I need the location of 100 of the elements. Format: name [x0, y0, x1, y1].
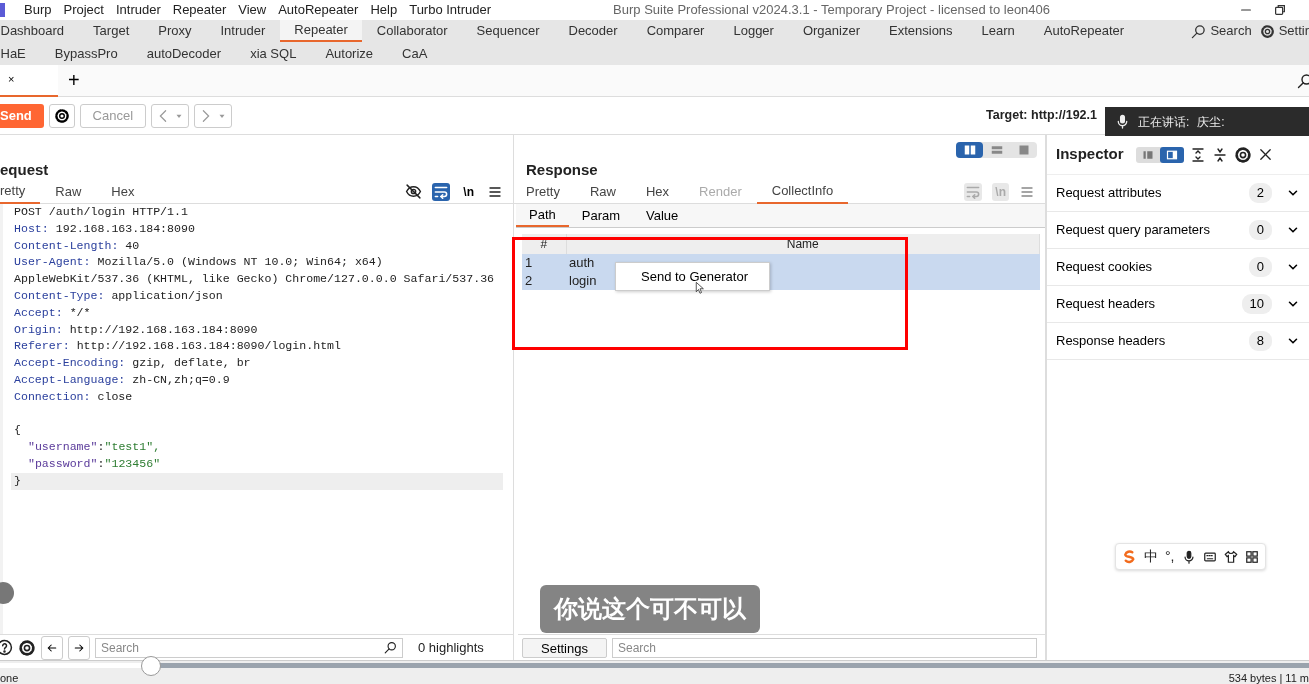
back-button[interactable] [41, 635, 63, 660]
settings-icon[interactable] [1233, 145, 1252, 164]
code-line: "username":"test1", [26, 440, 161, 454]
code-line: AppleWebKit/537.36 (KHTML, like Gecko) Chrome/127.0.0.0 Safari/537.36 [14, 272, 495, 286]
count-badge: 2 [1248, 183, 1272, 203]
menu-item[interactable]: AutoRepeater [272, 0, 365, 20]
menu-item[interactable]: Send to Generator [616, 263, 769, 290]
sub-tab[interactable]: Path [516, 204, 569, 227]
shirt-icon[interactable] [1223, 549, 1238, 564]
nav-tab[interactable]: HaE [0, 42, 41, 65]
menu-item[interactable]: Repeater [166, 0, 233, 20]
menu-item[interactable]: Burp [18, 0, 58, 20]
nav-tab[interactable]: Decoder [554, 20, 633, 42]
nav-tab[interactable]: Dashboard [0, 20, 79, 42]
restore-icon[interactable] [1273, 3, 1287, 17]
nav-tab[interactable]: Learn [967, 20, 1030, 42]
editor-tab[interactable]: Raw [574, 179, 631, 204]
settings-icon[interactable] [18, 638, 36, 657]
code-line: User-Agent: Mozilla/5.0 (Windows NT 10.0; Win64; x64) [14, 255, 383, 269]
nav-tab[interactable]: Comparer [632, 20, 719, 42]
view-toggle[interactable] [1159, 146, 1184, 163]
code-line: Referer: http://192.168.163.184:8090/login.html [14, 339, 341, 353]
nav-tab[interactable]: Proxy [143, 20, 206, 42]
speaking-label: 正在讲话: [1138, 113, 1190, 131]
code-line: Connection: close [14, 389, 133, 403]
code-line: Content-Length: 40 [14, 238, 140, 252]
nav-tab[interactable]: Organizer [788, 20, 875, 42]
forward-button[interactable] [68, 635, 90, 660]
expand-icon[interactable] [1189, 146, 1206, 163]
code-line: Accept-Language: zh-CN,zh;q=0.9 [14, 372, 230, 386]
nav-tab[interactable]: Extensions [874, 20, 968, 42]
search-icon[interactable] [1297, 72, 1309, 89]
count-badge: 8 [1248, 331, 1272, 351]
ime-button[interactable]: °, [1165, 546, 1175, 567]
editor-tab[interactable]: Raw [40, 179, 97, 204]
search-field[interactable]: Search [95, 637, 403, 658]
sub-tab[interactable]: Param [568, 204, 634, 227]
nav-tab[interactable]: Logger [718, 20, 789, 42]
keyboard-icon[interactable] [1202, 549, 1217, 564]
nav-tab[interactable]: AutoRepeater [1029, 20, 1139, 42]
settings-button[interactable]: Settings [522, 637, 607, 658]
code-line: { [14, 423, 21, 437]
editor-tab[interactable]: retty [0, 179, 41, 204]
nav-tab[interactable]: BypassPro [40, 42, 133, 65]
highlight-count: 0 highlights [418, 638, 484, 657]
add-tab-button[interactable]: + [68, 69, 80, 92]
settings-button[interactable]: Settir [1259, 21, 1309, 41]
nav-tab[interactable]: Autorize [310, 42, 388, 65]
search-field[interactable]: Search [612, 637, 1037, 658]
subtitle: 你说这个可不可以 [540, 585, 760, 633]
editor-tab[interactable]: Hex [96, 179, 150, 204]
ime-button[interactable]: 中 [1144, 546, 1158, 567]
nav-tab[interactable]: Sequencer [462, 20, 554, 42]
count-badge: 0 [1248, 257, 1272, 277]
search-button[interactable]: Search [1191, 21, 1252, 41]
code-line: "password":"123456" [26, 456, 161, 470]
microphone-icon [1115, 114, 1130, 129]
index-cell: 1 [522, 254, 566, 272]
count-badge: 10 [1241, 294, 1272, 314]
search-icon [1191, 23, 1207, 39]
count-badge: 0 [1248, 220, 1272, 240]
window-title: Burp Suite Professional v2024.3.1 - Temporary Project - licensed to leon406 [613, 1, 1051, 20]
request-tab[interactable]: × [0, 64, 58, 97]
wrap-icon[interactable] [432, 182, 451, 201]
nav-tab[interactable]: Intruder [206, 20, 280, 42]
menu-item[interactable]: Intruder [109, 0, 167, 20]
nav-tab[interactable]: Target [78, 20, 144, 42]
menu-item[interactable]: Help [364, 0, 404, 20]
ime-logo-icon[interactable] [1122, 549, 1137, 564]
hidden-eye-icon[interactable] [405, 183, 423, 200]
settings-button[interactable] [48, 103, 75, 128]
code-line: Content-Type: application/json [14, 289, 223, 302]
columns-layout-icon [962, 144, 977, 156]
collapse-icon[interactable] [1211, 146, 1228, 163]
pane-title: Response [525, 160, 598, 180]
newline-button[interactable]: \n [460, 182, 477, 201]
rows-layout-icon [989, 144, 1004, 156]
column-header: Name [566, 234, 1040, 254]
menu-item[interactable]: Project [57, 0, 110, 20]
layout-toggle[interactable] [956, 142, 983, 158]
nav-tab[interactable]: xia SQL [235, 42, 311, 65]
help-icon[interactable] [0, 639, 13, 656]
editor-tab[interactable]: Pretty [511, 179, 575, 204]
code-line: Host: 192.168.163.184:8090 [14, 221, 195, 235]
sub-tab[interactable]: Value [633, 204, 692, 227]
close-icon[interactable] [1257, 147, 1273, 162]
nav-tab[interactable]: Repeater [279, 20, 363, 42]
nav-tab[interactable]: Collaborator [362, 20, 463, 42]
panel-title: Inspector [1056, 144, 1124, 165]
editor-tab[interactable]: Hex [631, 179, 685, 204]
status-text: 534 bytes | 11 m [1228, 672, 1309, 684]
pane-title: equest [0, 160, 49, 180]
menu-item[interactable]: View [232, 0, 273, 20]
menu-item[interactable]: Turbo Intruder [403, 0, 498, 20]
nav-tab[interactable]: autoDecoder [132, 42, 236, 65]
settings-icon [1259, 23, 1275, 39]
grid-icon[interactable] [1244, 549, 1259, 564]
code-line: Accept: */* [14, 305, 91, 319]
nav-tab[interactable]: CaA [387, 42, 442, 65]
settings-icon [53, 107, 70, 124]
